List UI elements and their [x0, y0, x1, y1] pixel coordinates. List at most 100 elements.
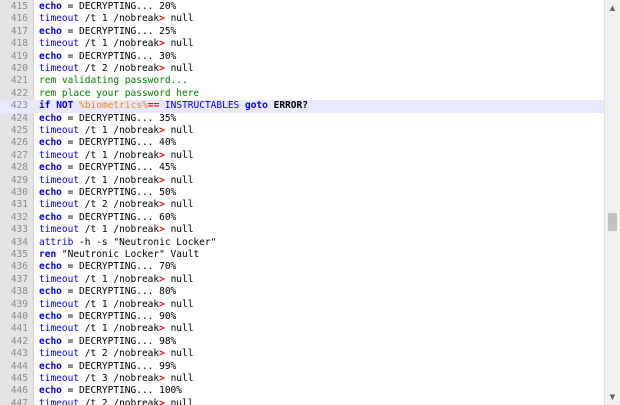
code-token-kwb: echo — [39, 112, 62, 124]
code-token-text: /t 2 /nobreak — [79, 199, 160, 211]
code-token-text: = DECRYPTING... 45% — [61, 162, 177, 174]
code-line[interactable]: 443 timeout /t 2 /nobreak> null — [0, 348, 604, 360]
code-text[interactable]: timeout /t 1 /nobreak> null — [39, 175, 193, 187]
code-line[interactable]: 433 timeout /t 1 /nobreak> null — [0, 224, 604, 236]
code-line[interactable]: 421 rem validating password... — [0, 75, 604, 87]
code-text[interactable]: timeout /t 1 /nobreak> null — [39, 13, 193, 25]
code-line[interactable]: 426 echo = DECRYPTING... 40% — [0, 137, 604, 149]
code-token-text: = DECRYPTING... 80% — [61, 286, 177, 298]
code-line[interactable]: 429 timeout /t 1 /nobreak> null — [0, 175, 604, 187]
code-line[interactable]: 415 echo = DECRYPTING... 20% — [0, 1, 604, 13]
code-text[interactable]: echo = DECRYPTING... 50% — [39, 187, 176, 199]
code-line[interactable]: 447 timeout /t 2 /nobreak> null — [0, 398, 604, 405]
code-line[interactable]: 445 timeout /t 3 /nobreak> null — [0, 373, 604, 385]
code-lines[interactable]: 415 echo = DECRYPTING... 20% 416 timeout /t… — [0, 0, 604, 405]
code-line[interactable]: 441 timeout /t 1 /nobreak> null — [0, 323, 604, 335]
code-editor[interactable]: 415 echo = DECRYPTING... 20% 416 timeout /t… — [0, 0, 620, 405]
code-text[interactable]: rem place your password here — [39, 88, 199, 100]
code-line[interactable]: 422 rem place your password here — [0, 88, 604, 100]
code-token-text: /t 2 /nobreak — [79, 397, 160, 405]
code-token-text: null — [164, 323, 194, 335]
line-number: 446 — [10, 385, 28, 397]
vertical-scrollbar[interactable]: ▲ ▼ — [604, 0, 620, 405]
code-line[interactable]: 420 timeout /t 2 /nobreak> null — [0, 63, 604, 75]
code-line[interactable]: 417 echo = DECRYPTING... 25% — [0, 26, 604, 38]
code-text[interactable]: echo = DECRYPTING... 90% — [39, 311, 176, 323]
code-line[interactable]: 428 echo = DECRYPTING... 45% — [0, 162, 604, 174]
code-text[interactable]: echo = DECRYPTING... 100% — [39, 385, 182, 397]
code-token-op: == — [147, 100, 160, 112]
code-line[interactable]: 432 echo = DECRYPTING... 60% — [0, 212, 604, 224]
code-text[interactable]: timeout /t 2 /nobreak> null — [39, 398, 193, 405]
code-token-text: = DECRYPTING... 20% — [61, 1, 177, 12]
code-token-text: -h -s "Neutronic Locker" — [73, 236, 217, 248]
code-text[interactable]: echo = DECRYPTING... 30% — [39, 51, 176, 63]
code-token-text: /t 1 /nobreak — [79, 125, 160, 136]
code-token-text: /t 1 /nobreak — [79, 38, 160, 50]
code-token-kw: timeout — [39, 348, 80, 360]
code-token-kw: timeout — [39, 38, 80, 50]
code-token-kw: timeout — [39, 13, 80, 25]
code-line[interactable]: 438 echo = DECRYPTING... 80% — [0, 286, 604, 298]
code-line[interactable]: 436 echo = DECRYPTING... 70% — [0, 261, 604, 273]
code-text[interactable]: echo = DECRYPTING... 70% — [39, 261, 176, 273]
scroll-up-arrow-icon[interactable]: ▲ — [605, 0, 620, 16]
code-line[interactable]: 440 echo = DECRYPTING... 90% — [0, 311, 604, 323]
code-token-kw: timeout — [39, 373, 80, 384]
code-line[interactable]: 424 echo = DECRYPTING... 35% — [0, 113, 604, 125]
code-line-current[interactable]: 423 if NOT %biometrics%== INSTRUCTABLES g… — [0, 100, 604, 113]
line-number: 432 — [10, 211, 28, 223]
code-line[interactable]: 427 timeout /t 1 /nobreak> null — [0, 150, 604, 162]
code-line[interactable]: 446 echo = DECRYPTING... 100% — [0, 385, 604, 397]
code-text[interactable]: echo = DECRYPTING... 45% — [39, 162, 176, 174]
code-token-kwb: echo — [39, 187, 62, 198]
line-number: 428 — [10, 162, 28, 174]
code-text[interactable]: timeout /t 1 /nobreak> null — [39, 125, 193, 137]
code-line[interactable]: 437 timeout /t 1 /nobreak> null — [0, 274, 604, 286]
code-line[interactable]: 431 timeout /t 2 /nobreak> null — [0, 199, 604, 211]
code-text[interactable]: if NOT %biometrics%== INSTRUCTABLES goto… — [39, 100, 308, 112]
code-token-kwb: echo — [39, 25, 62, 37]
scroll-down-arrow-icon[interactable]: ▼ — [605, 389, 620, 405]
code-token-text: = DECRYPTING... 98% — [61, 335, 177, 347]
code-token-text: /t 1 /nobreak — [79, 149, 160, 161]
code-line[interactable]: 442 echo = DECRYPTING... 98% — [0, 336, 604, 348]
code-text[interactable]: echo = DECRYPTING... 98% — [39, 336, 176, 348]
code-line[interactable]: 430 echo = DECRYPTING... 50% — [0, 187, 604, 199]
code-line[interactable]: 418 timeout /t 1 /nobreak> null — [0, 38, 604, 50]
code-text[interactable]: timeout /t 2 /nobreak> null — [39, 199, 193, 211]
code-text[interactable]: timeout /t 1 /nobreak> null — [39, 38, 193, 50]
code-text[interactable]: echo = DECRYPTING... 80% — [39, 286, 176, 298]
code-text[interactable]: timeout /t 3 /nobreak> null — [39, 373, 193, 385]
code-text[interactable]: timeout /t 2 /nobreak> null — [39, 63, 193, 75]
code-text[interactable]: echo = DECRYPTING... 35% — [39, 113, 176, 125]
code-line[interactable]: 434 attrib -h -s "Neutronic Locker" — [0, 237, 604, 249]
code-text[interactable]: ren "Neutronic Locker" Vault — [39, 249, 199, 261]
code-text[interactable]: echo = DECRYPTING... 25% — [39, 26, 176, 38]
scrollbar-thumb[interactable] — [608, 213, 617, 231]
code-token-kw: timeout — [39, 63, 80, 74]
code-text[interactable]: timeout /t 1 /nobreak> null — [39, 224, 193, 236]
code-text[interactable]: timeout /t 1 /nobreak> null — [39, 299, 193, 311]
line-number: 419 — [10, 50, 28, 62]
code-text[interactable]: echo = DECRYPTING... 60% — [39, 212, 176, 224]
code-line[interactable]: 435 ren "Neutronic Locker" Vault — [0, 249, 604, 261]
code-text[interactable]: echo = DECRYPTING... 99% — [39, 361, 176, 373]
line-number: 434 — [10, 236, 28, 248]
code-text[interactable]: timeout /t 1 /nobreak> null — [39, 274, 193, 286]
code-text[interactable]: echo = DECRYPTING... 20% — [39, 1, 176, 13]
code-text[interactable]: echo = DECRYPTING... 40% — [39, 137, 176, 149]
code-text[interactable]: timeout /t 1 /nobreak> null — [39, 150, 193, 162]
code-token-kwb: echo — [39, 286, 62, 298]
code-text[interactable]: rem validating password... — [39, 75, 188, 87]
code-text[interactable]: attrib -h -s "Neutronic Locker" — [39, 237, 216, 249]
code-line[interactable]: 444 echo = DECRYPTING... 99% — [0, 361, 604, 373]
code-text[interactable]: timeout /t 1 /nobreak> null — [39, 323, 193, 335]
code-line[interactable]: 425 timeout /t 1 /nobreak> null — [0, 125, 604, 137]
code-line[interactable]: 419 echo = DECRYPTING... 30% — [0, 51, 604, 63]
code-text[interactable]: timeout /t 2 /nobreak> null — [39, 348, 193, 360]
code-token-text: /t 1 /nobreak — [79, 224, 160, 236]
code-line[interactable]: 439 timeout /t 1 /nobreak> null — [0, 299, 604, 311]
code-token-text: = DECRYPTING... 99% — [61, 360, 177, 372]
code-line[interactable]: 416 timeout /t 1 /nobreak> null — [0, 13, 604, 25]
